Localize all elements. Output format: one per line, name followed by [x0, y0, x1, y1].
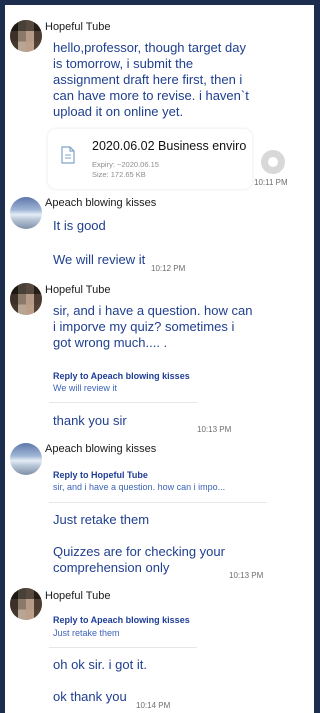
chat-panel: Hopeful Tube hello,professor, though tar…: [5, 5, 314, 713]
message-text[interactable]: sir, and i have a question. how can i im…: [53, 303, 252, 351]
avatar-apeach[interactable]: [10, 443, 42, 475]
sender-name: Apeach blowing kisses: [45, 197, 157, 209]
reply-quote-body[interactable]: We will review it: [53, 383, 117, 393]
file-expiry: Expiry: ~2020.06.15: [92, 160, 159, 169]
message-text[interactable]: Quizzes are for checking your comprehens…: [53, 544, 225, 576]
share-icon[interactable]: [261, 150, 285, 174]
message-text[interactable]: It is good: [53, 218, 106, 234]
sender-name: Hopeful Tube: [45, 21, 111, 33]
avatar-hopeful-tube[interactable]: [10, 20, 42, 52]
message-time: 10:14 PM: [136, 701, 171, 710]
message-text[interactable]: thank you sir: [53, 413, 127, 429]
document-icon: [61, 146, 75, 169]
message-text[interactable]: hello,professor, though target day is to…: [53, 40, 249, 120]
message-text[interactable]: Just retake them: [53, 512, 149, 528]
reply-divider: [49, 647, 197, 648]
reply-quote-title[interactable]: Reply to Apeach blowing kisses: [53, 615, 190, 625]
message-time: 10:13 PM: [197, 425, 232, 434]
file-size: Size: 172.65 KB: [92, 170, 146, 179]
reply-quote-title[interactable]: Reply to Apeach blowing kisses: [53, 371, 190, 381]
avatar-apeach[interactable]: [10, 197, 42, 229]
message-text[interactable]: We will review it: [53, 252, 145, 268]
file-name: 2020.06.02 Business enviro: [92, 139, 247, 153]
file-attachment-card[interactable]: 2020.06.02 Business enviro Expiry: ~2020…: [48, 129, 252, 189]
sender-name: Hopeful Tube: [45, 284, 111, 296]
message-text[interactable]: ok thank you: [53, 689, 127, 705]
reply-quote-title[interactable]: Reply to Hopeful Tube: [53, 470, 148, 480]
sender-name: Hopeful Tube: [45, 590, 111, 602]
avatar-hopeful-tube[interactable]: [10, 283, 42, 315]
message-time: 10:11 PM: [254, 178, 288, 187]
message-text[interactable]: oh ok sir. i got it.: [53, 657, 147, 673]
reply-quote-body[interactable]: sir, and i have a question. how can i im…: [53, 482, 225, 492]
avatar-hopeful-tube[interactable]: [10, 588, 42, 620]
reply-quote-body[interactable]: Just retake them: [53, 628, 120, 638]
reply-divider: [49, 502, 267, 503]
reply-divider: [49, 402, 197, 403]
message-time: 10:13 PM: [229, 571, 264, 580]
message-time: 10:12 PM: [151, 264, 186, 273]
sender-name: Apeach blowing kisses: [45, 443, 157, 455]
